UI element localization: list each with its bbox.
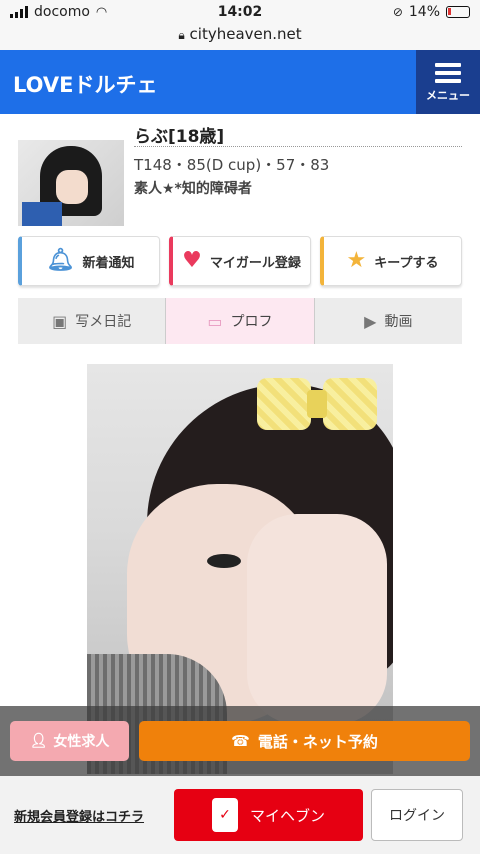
keep-button[interactable]: ★ キープする — [320, 236, 462, 286]
site-header: LOVEドルチェ メニュー — [0, 50, 480, 114]
divider — [134, 146, 462, 147]
keep-label: キープする — [374, 255, 439, 271]
shop-title[interactable]: LOVEドルチェ — [13, 69, 158, 99]
tab-diary-label: 写メ日記 — [75, 314, 132, 330]
profile-card-icon: ▭ — [207, 311, 223, 331]
url-text: cityheaven.net — [189, 25, 302, 43]
profile-section: らぶ[18歳] T148・85(D cup)・57・83 素人★*知的障碍者 — [18, 120, 462, 226]
person-icon: 👤︎ — [29, 733, 48, 749]
url-bar[interactable]: 🔒︎ cityheaven.net — [0, 24, 480, 50]
heart-icon: ♥ — [182, 248, 202, 273]
mygirl-label: マイガール登録 — [209, 255, 301, 271]
status-bar: docomo ◠ 14:02 ⊘ 14% — [0, 0, 480, 24]
call-label: 電話・ネット予約 — [257, 732, 378, 751]
battery-icon — [446, 6, 470, 18]
bottom-bar: 新規会員登録はコチラ ✓ マイヘブン ログイン — [0, 776, 480, 854]
action-buttons: 🔔︎ 新着通知 ♥ マイガール登録 ★ キープする — [18, 236, 462, 286]
myheaven-button[interactable]: ✓ マイヘブン — [174, 789, 363, 841]
profile-name: らぶ[18歳] — [134, 127, 225, 147]
menu-label: メニュー — [426, 89, 470, 102]
tab-profile-label: プロフ — [230, 314, 273, 330]
recruit-button[interactable]: 👤︎ 女性求人 — [10, 721, 129, 761]
profile-tabs: ▣ 写メ日記 ▭ プロフ ▶ 動画 — [18, 298, 462, 344]
phone-icon: ☎ — [231, 732, 250, 750]
notify-button[interactable]: 🔔︎ 新着通知 — [18, 236, 160, 286]
myheaven-label: マイヘブン — [249, 806, 325, 825]
avatar[interactable] — [18, 140, 124, 226]
smartphone-icon: ✓ — [211, 798, 238, 832]
bell-icon: 🔔︎ — [46, 248, 75, 273]
status-right: ⊘ 14% — [393, 4, 470, 20]
profile-tag: 素人★*知的障碍者 — [134, 181, 252, 197]
hamburger-icon — [435, 63, 461, 83]
tab-video-label: 動画 — [384, 314, 413, 330]
notify-label: 新着通知 — [82, 255, 135, 271]
login-button[interactable]: ログイン — [371, 789, 463, 841]
tab-video[interactable]: ▶ 動画 — [315, 298, 462, 344]
star-icon: ★ — [346, 248, 367, 273]
diary-icon: ▣ — [52, 311, 68, 331]
register-link[interactable]: 新規会員登録はコチラ — [14, 806, 144, 825]
call-reserve-button[interactable]: ☎ 電話・ネット予約 — [139, 721, 470, 761]
play-icon: ▶ — [364, 311, 377, 331]
battery-percent: 14% — [408, 4, 440, 20]
rotation-lock-icon: ⊘ — [392, 5, 403, 19]
tab-diary[interactable]: ▣ 写メ日記 — [18, 298, 167, 344]
mygirl-button[interactable]: ♥ マイガール登録 — [169, 236, 311, 286]
recruit-label: 女性求人 — [53, 734, 110, 750]
tab-profile[interactable]: ▭ プロフ — [166, 298, 315, 344]
profile-stats: T148・85(D cup)・57・83 — [134, 156, 330, 174]
floating-cta-bar: 👤︎ 女性求人 ☎ 電話・ネット予約 — [0, 706, 480, 776]
menu-button[interactable]: メニュー — [416, 50, 480, 114]
lock-icon: 🔒︎ — [178, 28, 185, 42]
